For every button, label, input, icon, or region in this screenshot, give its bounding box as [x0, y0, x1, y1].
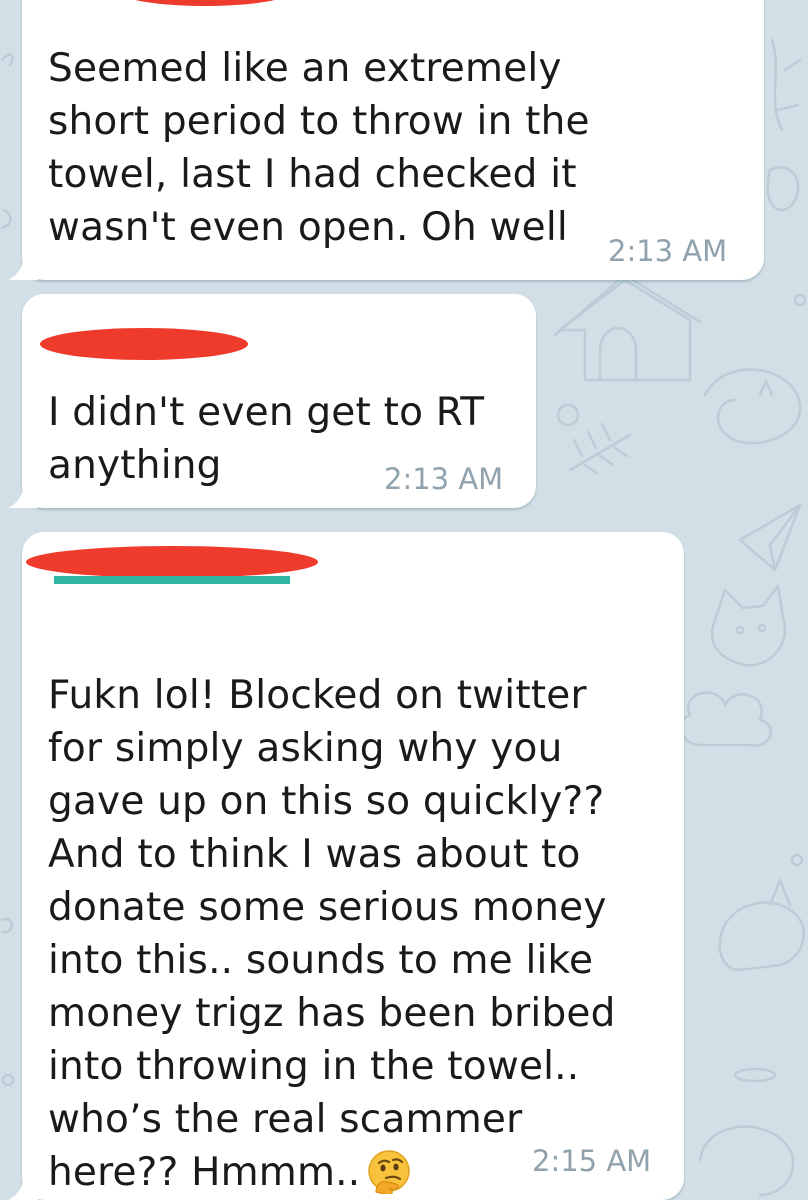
message-timestamp: 2:15 AM: [532, 1144, 652, 1178]
message-timestamp: 2:13 AM: [608, 234, 728, 268]
bubble-tail: [8, 482, 38, 508]
message-text: Fukn lol! Blocked on twitter for simply …: [48, 616, 616, 1199]
thinking-face-icon: [368, 1149, 411, 1194]
message-timestamp: 2:13 AM: [384, 462, 504, 496]
bubble-tail: [8, 1174, 38, 1200]
redacted-sender-name: [120, 0, 290, 6]
message-body: Fukn lol! Blocked on twitter for simply …: [48, 673, 616, 1195]
message-bubble[interactable]: Seemed like an extremely short period to…: [8, 0, 764, 280]
message-bubble[interactable]: I didn't even get to RT anything 2:13 AM: [8, 294, 536, 508]
message-text: Seemed like an extremely short period to…: [48, 46, 590, 250]
redacted-sender-name: [26, 546, 318, 578]
redacted-sender-name: [40, 328, 248, 360]
sender-name-underline: [54, 576, 290, 584]
message-bubble[interactable]: Fukn lol! Blocked on twitter for simply …: [8, 532, 684, 1200]
bubble-tail: [8, 254, 38, 280]
